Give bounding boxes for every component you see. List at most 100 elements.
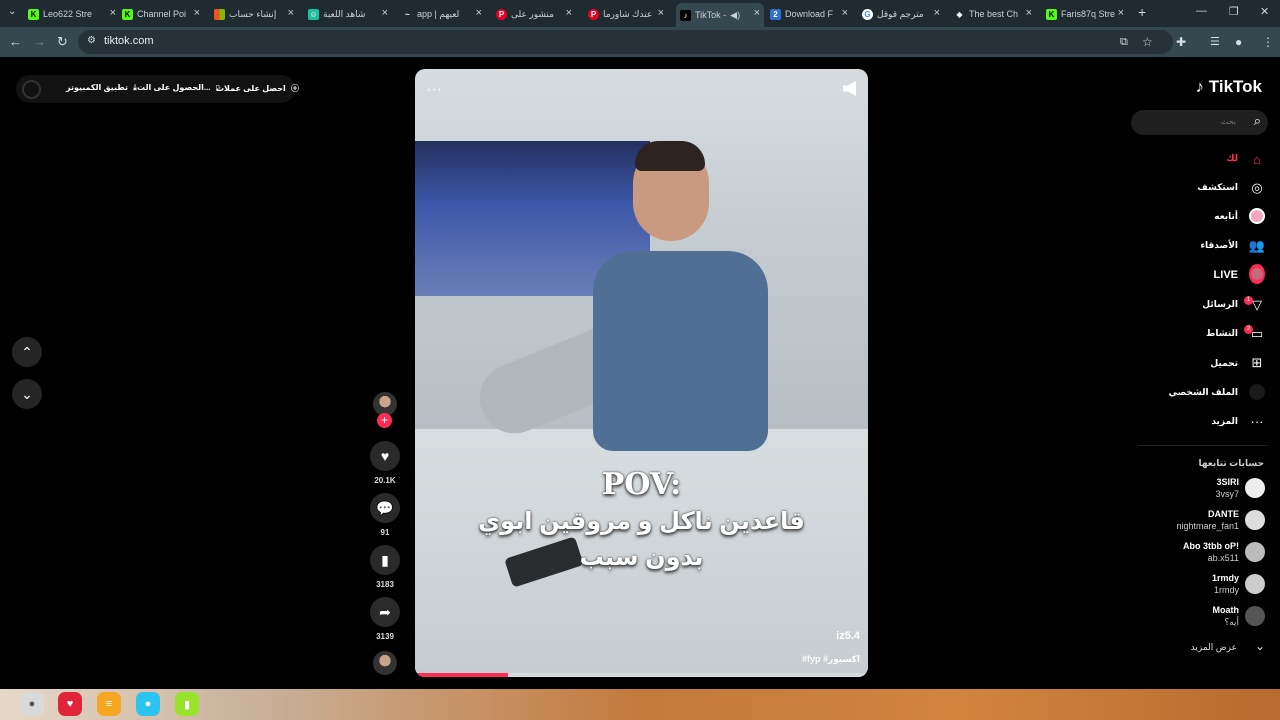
more-options-icon[interactable]: ··· bbox=[426, 81, 442, 99]
account-name[interactable]: 3SIRI bbox=[1216, 477, 1239, 487]
taskbar-app-icon[interactable]: ≡ bbox=[97, 692, 121, 716]
desktop-app-button[interactable]: تطبيق الكمبيوتر ⤓ bbox=[66, 83, 137, 93]
account-name[interactable]: Abo 3tbb oP! bbox=[1183, 541, 1239, 551]
close-tab-icon[interactable]: × bbox=[382, 7, 388, 19]
close-tab-icon[interactable]: × bbox=[566, 7, 572, 19]
extensions-icon[interactable]: ✚ bbox=[1176, 34, 1186, 50]
url-text[interactable]: tiktok.com bbox=[104, 35, 154, 47]
search-icon[interactable]: ⌕ bbox=[1254, 113, 1261, 129]
account-name[interactable]: Moath bbox=[1213, 605, 1240, 615]
close-tab-icon[interactable]: × bbox=[288, 7, 294, 19]
follow-plus-icon[interactable]: + bbox=[377, 413, 392, 428]
maximize-icon[interactable]: ❐ bbox=[1229, 5, 1239, 18]
nav-item-live[interactable]: LIVE bbox=[1214, 269, 1238, 281]
browser-tab[interactable]: ~ app | لعيهم × bbox=[402, 4, 486, 24]
profile-icon[interactable] bbox=[1249, 384, 1265, 400]
more-icon[interactable]: ··· bbox=[1249, 413, 1265, 429]
profile-avatar-icon[interactable]: ● bbox=[1235, 34, 1242, 50]
account-username[interactable]: nightmare_fan1 bbox=[1176, 521, 1239, 531]
reload-icon[interactable]: ↻ bbox=[57, 34, 68, 50]
close-tab-icon[interactable]: × bbox=[842, 7, 848, 19]
close-tab-icon[interactable]: × bbox=[1118, 7, 1124, 19]
browser-tab[interactable]: إنشاء حساب × bbox=[214, 4, 298, 24]
comment-button[interactable]: 💬 bbox=[370, 493, 400, 523]
save-button[interactable]: ▮ bbox=[370, 545, 400, 575]
taskbar-app-icon[interactable]: ♥ bbox=[58, 692, 82, 716]
site-info-icon[interactable]: ⚙ bbox=[87, 35, 96, 46]
home-icon[interactable]: ⌂ bbox=[1249, 151, 1265, 167]
forward-icon[interactable]: → bbox=[33, 34, 46, 50]
browser-tab[interactable]: K Faris87q Stre × bbox=[1046, 4, 1128, 24]
close-tab-icon[interactable]: × bbox=[110, 7, 116, 19]
account-avatar[interactable] bbox=[1245, 478, 1265, 498]
back-icon[interactable]: ← bbox=[9, 34, 22, 50]
close-tab-icon[interactable]: × bbox=[194, 7, 200, 19]
previous-video-button[interactable]: ⌃ bbox=[12, 337, 42, 367]
upload-icon[interactable]: ⊞ bbox=[1249, 355, 1265, 371]
browser-tab[interactable]: ◆ The best Ch × bbox=[954, 4, 1036, 24]
see-more-accounts[interactable]: عرض المزيد bbox=[1191, 642, 1237, 653]
close-tab-icon[interactable]: × bbox=[934, 7, 940, 19]
get-app-button[interactable]: الحصول على الت... ▯ bbox=[137, 83, 220, 92]
taskbar-app-icon[interactable]: ● bbox=[136, 692, 160, 716]
following-icon[interactable] bbox=[1249, 208, 1265, 224]
bookmark-star-icon[interactable]: ☆ bbox=[1142, 34, 1153, 50]
account-avatar[interactable] bbox=[1245, 574, 1265, 594]
close-tab-icon[interactable]: × bbox=[476, 7, 482, 19]
account-name[interactable]: 1rmdy bbox=[1212, 573, 1239, 583]
browser-tab[interactable]: ☺ شاهد اللعبة × bbox=[308, 4, 392, 24]
browser-tab[interactable]: K Leo622 Stre × bbox=[28, 4, 120, 24]
next-video-button[interactable]: ⌄ bbox=[12, 379, 42, 409]
nav-item-upload[interactable]: تحميل bbox=[1210, 358, 1238, 369]
account-username[interactable]: 3vsy7 bbox=[1215, 489, 1239, 499]
nav-item-profile[interactable]: الملف الشخصي bbox=[1169, 387, 1238, 398]
browser-menu-icon[interactable]: ⋮ bbox=[1262, 34, 1274, 50]
chevron-down-icon[interactable]: ⌄ bbox=[1255, 639, 1265, 653]
close-tab-icon[interactable]: × bbox=[658, 7, 664, 19]
search-input[interactable]: بحث ⌕ bbox=[1131, 110, 1268, 135]
nav-item-activity[interactable]: النشاط bbox=[1206, 328, 1238, 339]
install-app-icon[interactable]: ⧉ bbox=[1120, 34, 1128, 50]
tiktok-logo[interactable]: ♪ TikTok bbox=[1196, 77, 1262, 97]
account-name[interactable]: DANTE bbox=[1208, 509, 1239, 519]
account-avatar-placeholder[interactable] bbox=[22, 80, 41, 99]
close-tab-icon[interactable]: × bbox=[754, 7, 760, 19]
audio-playing-icon[interactable]: ◀) bbox=[730, 10, 740, 21]
compass-icon[interactable]: ◎ bbox=[1249, 180, 1265, 196]
browser-tab[interactable]: K Channel Poi × bbox=[122, 4, 204, 24]
address-bar[interactable]: ⚙ tiktok.com bbox=[78, 30, 1173, 54]
taskbar-app-icon[interactable]: ▮ bbox=[175, 692, 199, 716]
browser-tab[interactable]: P منشور على × bbox=[496, 4, 576, 24]
tab-search-chevron-icon[interactable]: ⌄ bbox=[8, 4, 16, 20]
nav-item-explore[interactable]: استكشف bbox=[1197, 182, 1238, 193]
nav-item-following[interactable]: أتابعه bbox=[1214, 211, 1238, 222]
video-player[interactable]: ··· POV: قاعدين ناكل و مروقين ابوي بدون … bbox=[415, 69, 868, 677]
video-progress-bar[interactable] bbox=[415, 673, 868, 677]
account-username[interactable]: 1rmdy bbox=[1214, 585, 1239, 595]
video-hashtags[interactable]: #fyp #اكسبور bbox=[802, 654, 860, 665]
volume-icon[interactable] bbox=[843, 81, 856, 96]
close-tab-icon[interactable]: × bbox=[1026, 7, 1032, 19]
nav-item-more[interactable]: المزيد bbox=[1211, 416, 1238, 427]
share-button[interactable]: ➦ bbox=[370, 597, 400, 627]
account-username[interactable]: ab.x511 bbox=[1208, 553, 1239, 563]
browser-tab[interactable]: 2 Download F × bbox=[770, 4, 852, 24]
nav-item-for-you[interactable]: لك bbox=[1226, 153, 1238, 164]
close-window-icon[interactable]: ✕ bbox=[1260, 5, 1269, 18]
account-username[interactable]: أيه؟ bbox=[1224, 617, 1239, 628]
like-button[interactable]: ♥ bbox=[370, 441, 400, 471]
browser-tab[interactable]: P عندك شاورما × bbox=[588, 4, 668, 24]
live-icon[interactable] bbox=[1249, 264, 1265, 284]
account-avatar[interactable] bbox=[1245, 606, 1265, 626]
music-disc-avatar[interactable] bbox=[373, 651, 397, 675]
nav-item-messages[interactable]: الرسائل bbox=[1202, 299, 1238, 310]
taskbar-app-icon[interactable]: ● bbox=[20, 692, 44, 716]
account-avatar[interactable] bbox=[1245, 542, 1265, 562]
media-controls-icon[interactable]: ☰ bbox=[1210, 34, 1220, 50]
new-tab-button[interactable]: + bbox=[1138, 4, 1146, 20]
browser-tab[interactable]: G مترجم قوقل × bbox=[862, 4, 944, 24]
nav-item-friends[interactable]: الأصدقاء bbox=[1200, 240, 1238, 251]
get-coins-button[interactable]: احصل على عملات ⓞ bbox=[216, 83, 299, 94]
minimize-icon[interactable]: — bbox=[1196, 5, 1207, 17]
friends-icon[interactable]: 👥 bbox=[1249, 238, 1265, 254]
